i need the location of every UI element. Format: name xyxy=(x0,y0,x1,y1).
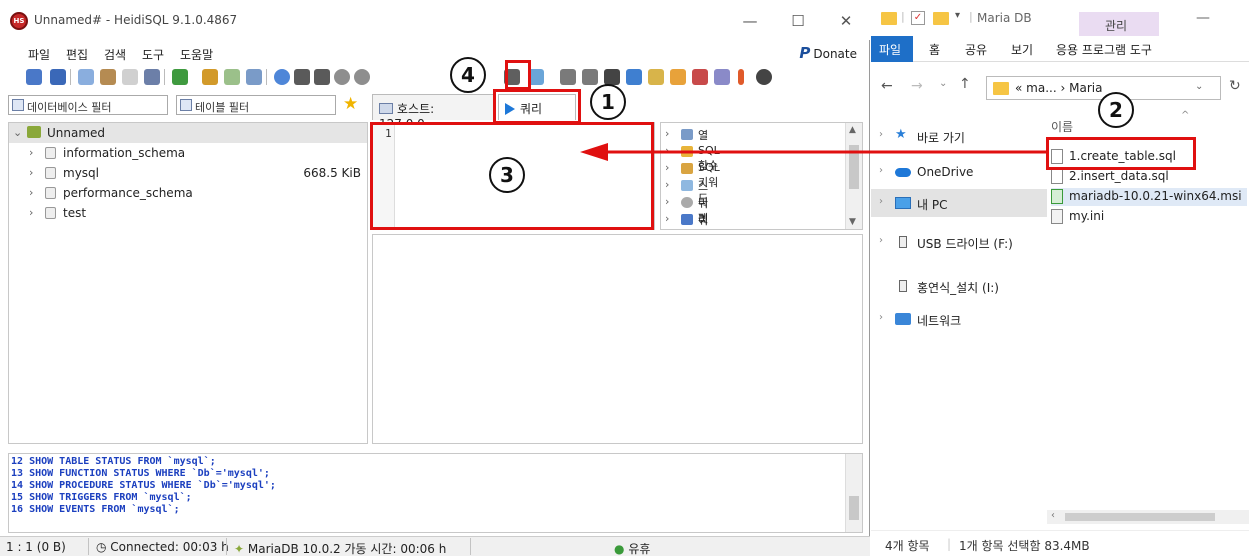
arrow-head xyxy=(580,143,608,161)
callout-1: 1 xyxy=(590,84,626,120)
callout-2: 2 xyxy=(1098,92,1134,128)
annotation-arrow xyxy=(580,143,1046,161)
callout-3: 3 xyxy=(489,157,525,193)
callout-4: 4 xyxy=(450,57,486,93)
